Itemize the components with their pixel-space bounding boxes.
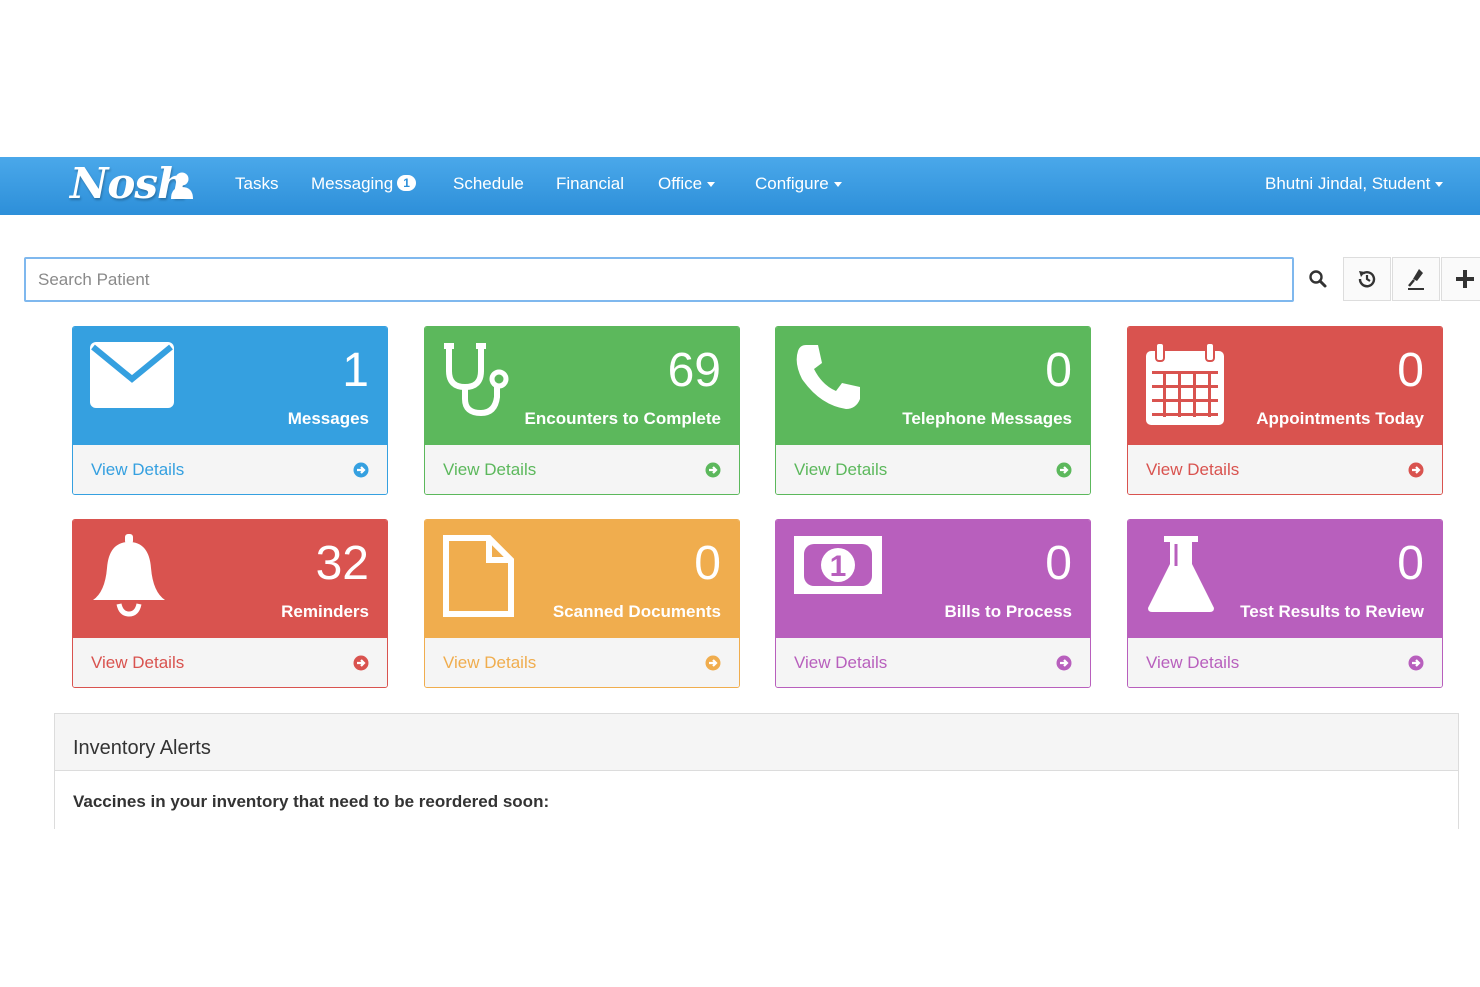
tile-label: Reminders bbox=[281, 602, 369, 621]
tile-header: 0 Telephone Messages bbox=[776, 327, 1090, 445]
search-icon bbox=[1309, 270, 1327, 288]
tile-label: Encounters to Complete bbox=[524, 409, 721, 428]
flask-icon bbox=[1144, 534, 1218, 619]
tile-count: 32 bbox=[315, 537, 369, 590]
arrow-circle-right-icon bbox=[705, 462, 721, 478]
nav-financial[interactable]: Financial bbox=[556, 174, 624, 194]
dashboard-tile: 1 0 Bills to Process View Details bbox=[775, 519, 1091, 688]
tile-label: Appointments Today bbox=[1256, 409, 1424, 428]
inventory-alerts-title: Inventory Alerts bbox=[73, 737, 211, 759]
svg-text:1: 1 bbox=[830, 550, 847, 583]
tile-count: 0 bbox=[1397, 344, 1424, 397]
dashboard-tile: 0 Telephone Messages View Details bbox=[775, 326, 1091, 495]
arrow-circle-right-icon bbox=[353, 462, 369, 478]
view-details-label: View Details bbox=[91, 653, 185, 672]
nav-configure[interactable]: Configure bbox=[755, 174, 842, 194]
view-details-label: View Details bbox=[91, 460, 185, 479]
page-bottom bbox=[0, 829, 1480, 987]
nav-messaging-label: Messaging bbox=[311, 174, 394, 193]
view-details-link[interactable]: View Details bbox=[73, 445, 387, 494]
bell-icon bbox=[89, 534, 169, 623]
tile-count: 0 bbox=[1045, 344, 1072, 397]
view-details-link[interactable]: View Details bbox=[425, 638, 739, 687]
stethoscope-icon bbox=[441, 341, 513, 424]
pin-button[interactable] bbox=[1392, 257, 1440, 301]
document-icon bbox=[441, 534, 515, 623]
tile-label: Bills to Process bbox=[944, 602, 1072, 621]
view-details-link[interactable]: View Details bbox=[776, 445, 1090, 494]
dashboard-tile: 1 Messages View Details bbox=[72, 326, 388, 495]
view-details-link[interactable]: View Details bbox=[1128, 445, 1442, 494]
tile-header: 0 Test Results to Review bbox=[1128, 520, 1442, 638]
arrow-circle-right-icon bbox=[353, 655, 369, 671]
tile-count: 0 bbox=[694, 537, 721, 590]
messaging-badge: 1 bbox=[397, 175, 416, 191]
search-button[interactable] bbox=[1294, 257, 1342, 301]
dashboard-tile: 0 Scanned Documents View Details bbox=[424, 519, 740, 688]
view-details-label: View Details bbox=[794, 653, 888, 672]
chevron-down-icon bbox=[707, 182, 716, 188]
user-icon[interactable] bbox=[170, 171, 194, 201]
nav-office-label: Office bbox=[658, 174, 703, 193]
history-icon bbox=[1358, 271, 1376, 288]
history-button[interactable] bbox=[1343, 257, 1391, 301]
view-details-label: View Details bbox=[794, 460, 888, 479]
tile-count: 0 bbox=[1045, 537, 1072, 590]
top-navbar: Nosh Tasks Messaging 1 Schedule Financial… bbox=[0, 157, 1480, 215]
calendar-icon bbox=[1144, 341, 1226, 432]
plus-icon bbox=[1456, 270, 1474, 288]
chevron-down-icon bbox=[833, 182, 842, 188]
tile-count: 0 bbox=[1397, 537, 1424, 590]
arrow-circle-right-icon bbox=[1056, 655, 1072, 671]
phone-icon bbox=[792, 341, 864, 418]
view-details-link[interactable]: View Details bbox=[1128, 638, 1442, 687]
add-patient-button[interactable] bbox=[1441, 257, 1480, 301]
arrow-circle-right-icon bbox=[1056, 462, 1072, 478]
dashboard-tile: 69 Encounters to Complete View Details bbox=[424, 326, 740, 495]
nav-tasks[interactable]: Tasks bbox=[235, 174, 278, 194]
envelope-icon bbox=[89, 341, 175, 414]
money-icon: 1 bbox=[792, 534, 884, 601]
nav-schedule[interactable]: Schedule bbox=[453, 174, 524, 194]
tile-header: 0 Scanned Documents bbox=[425, 520, 739, 638]
dashboard-tile: 32 Reminders View Details bbox=[72, 519, 388, 688]
pin-icon bbox=[1408, 269, 1424, 290]
inventory-alerts-text: Vaccines in your inventory that need to … bbox=[73, 792, 550, 811]
dashboard-tile: 0 Test Results to Review View Details bbox=[1127, 519, 1443, 688]
view-details-label: View Details bbox=[1146, 653, 1240, 672]
view-details-link[interactable]: View Details bbox=[425, 445, 739, 494]
view-details-link[interactable]: View Details bbox=[776, 638, 1090, 687]
view-details-label: View Details bbox=[1146, 460, 1240, 479]
view-details-link[interactable]: View Details bbox=[73, 638, 387, 687]
tile-header: 1 0 Bills to Process bbox=[776, 520, 1090, 638]
nav-messaging[interactable]: Messaging 1 bbox=[311, 174, 416, 194]
tile-header: 0 Appointments Today bbox=[1128, 327, 1442, 445]
view-details-label: View Details bbox=[443, 653, 537, 672]
tile-count: 69 bbox=[667, 344, 721, 397]
tile-label: Scanned Documents bbox=[552, 602, 721, 621]
arrow-circle-right-icon bbox=[1408, 655, 1424, 671]
tile-header: 32 Reminders bbox=[73, 520, 387, 638]
chevron-down-icon bbox=[1435, 182, 1444, 188]
tile-count: 1 bbox=[342, 344, 369, 397]
tile-header: 1 Messages bbox=[73, 327, 387, 445]
nav-configure-label: Configure bbox=[755, 174, 829, 193]
tile-label: Messages bbox=[287, 409, 369, 428]
dashboard-tile: 0 Appointments Today View Details bbox=[1127, 326, 1443, 495]
search-patient-input[interactable] bbox=[24, 257, 1294, 302]
arrow-circle-right-icon bbox=[705, 655, 721, 671]
nav-user-menu[interactable]: Bhutni Jindal, Student bbox=[1265, 174, 1444, 194]
inventory-alerts-header bbox=[55, 714, 1458, 771]
tile-label: Test Results to Review bbox=[1240, 602, 1424, 621]
view-details-label: View Details bbox=[443, 460, 537, 479]
nav-user-label: Bhutni Jindal, Student bbox=[1265, 174, 1431, 193]
tile-label: Telephone Messages bbox=[902, 409, 1072, 428]
tile-header: 69 Encounters to Complete bbox=[425, 327, 739, 445]
nav-office[interactable]: Office bbox=[658, 174, 716, 194]
arrow-circle-right-icon bbox=[1408, 462, 1424, 478]
